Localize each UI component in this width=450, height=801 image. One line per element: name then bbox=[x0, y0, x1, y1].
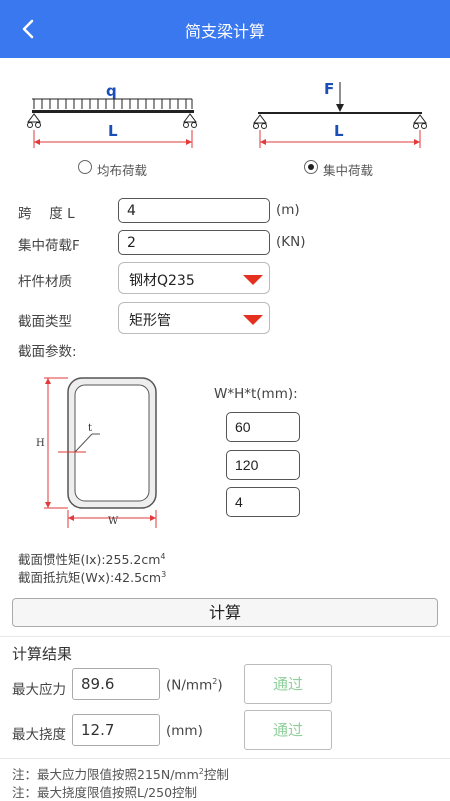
load-unit: (KN) bbox=[276, 234, 306, 250]
deflection-pass-button[interactable]: 通过 bbox=[244, 710, 332, 750]
divider bbox=[0, 636, 450, 637]
point-load-symbol: F bbox=[324, 80, 334, 98]
load-input[interactable] bbox=[118, 230, 270, 255]
section-h-label: H bbox=[36, 438, 45, 449]
inertia-moment-text: 截面惯性矩(Ix):255.2cm4 bbox=[18, 551, 166, 567]
dims-label: W*H*t(mm): bbox=[214, 386, 298, 402]
uniform-load-symbol: q bbox=[106, 82, 117, 100]
uniform-load-option-label: 均布荷载 bbox=[97, 163, 148, 178]
deflection-limit-note: 注：最大挠度限值按照L/250控制 bbox=[12, 785, 198, 800]
page-title: 简支梁计算 bbox=[184, 22, 265, 41]
stress-limit-note: 注：最大应力限值按照215N/mm2控制 bbox=[12, 766, 229, 782]
load-label: 集中荷载F bbox=[18, 238, 80, 254]
point-load-radio[interactable] bbox=[304, 160, 318, 174]
uniform-length-symbol: L bbox=[108, 122, 118, 140]
max-deflection-label: 最大挠度 bbox=[12, 727, 66, 743]
material-value: 钢材Q235 bbox=[129, 273, 195, 289]
section-t-label: t bbox=[88, 423, 92, 434]
point-load-option-label: 集中荷载 bbox=[323, 163, 374, 178]
width-input[interactable] bbox=[226, 412, 300, 442]
span-unit: (m) bbox=[276, 202, 300, 218]
max-stress-value: 89.6 bbox=[72, 668, 160, 700]
max-deflection-value: 12.7 bbox=[72, 714, 160, 746]
span-input[interactable] bbox=[118, 198, 270, 223]
max-stress-unit: (N/mm2) bbox=[166, 677, 223, 694]
max-stress-label: 最大应力 bbox=[12, 682, 66, 698]
material-label: 杆件材质 bbox=[18, 274, 72, 290]
section-modulus-text: 截面抵抗矩(Wx):42.5cm3 bbox=[18, 569, 167, 585]
section-type-select[interactable]: 矩形管 bbox=[118, 302, 270, 334]
rect-tube-section-diagram: H W t bbox=[36, 377, 157, 528]
material-select[interactable]: 钢材Q235 bbox=[118, 262, 270, 294]
uniform-load-radio[interactable] bbox=[78, 160, 92, 174]
dropdown-caret-icon bbox=[243, 315, 263, 325]
thickness-input[interactable] bbox=[226, 487, 300, 517]
height-input[interactable] bbox=[226, 450, 300, 480]
app-header: 简支梁计算 bbox=[0, 0, 450, 58]
span-label: 跨 度 L bbox=[18, 206, 75, 222]
section-type-label: 截面类型 bbox=[18, 314, 72, 330]
section-w-label: W bbox=[108, 516, 119, 527]
uniform-load-diagram[interactable]: q L bbox=[18, 74, 208, 156]
max-deflection-unit: (mm) bbox=[166, 723, 203, 739]
section-type-value: 矩形管 bbox=[129, 313, 171, 329]
divider bbox=[0, 758, 450, 759]
point-length-symbol: L bbox=[334, 122, 344, 140]
results-title: 计算结果 bbox=[12, 645, 73, 663]
dropdown-caret-icon bbox=[243, 275, 263, 285]
section-params-label: 截面参数: bbox=[18, 344, 77, 360]
stress-pass-button[interactable]: 通过 bbox=[244, 664, 332, 704]
calculate-button[interactable]: 计算 bbox=[12, 598, 438, 627]
point-load-diagram[interactable]: F L bbox=[246, 74, 436, 156]
